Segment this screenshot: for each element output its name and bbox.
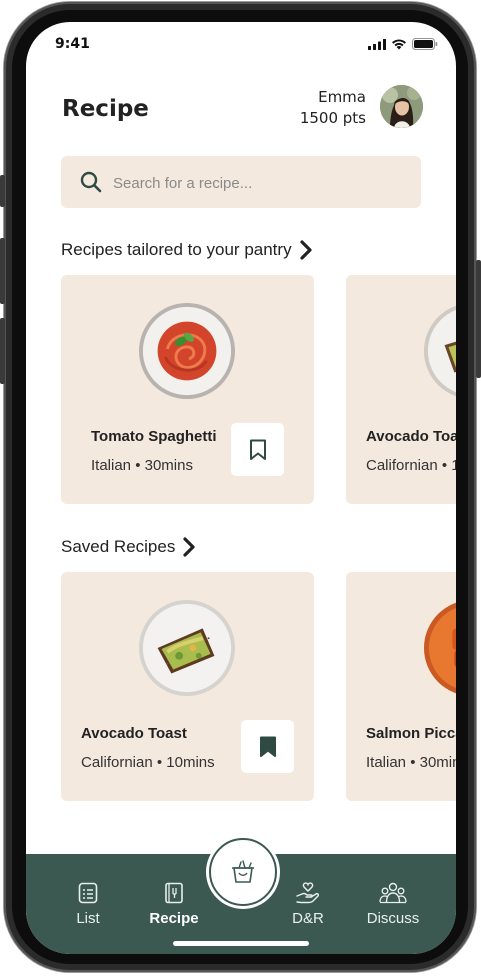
recipe-card[interactable]: Avocado Toast Californian • 10mins xyxy=(346,275,456,504)
cellular-signal-icon xyxy=(368,38,386,50)
nav-label-discuss: Discuss xyxy=(366,910,420,927)
nav-label-list: List xyxy=(76,910,100,927)
avocado-toast-image xyxy=(423,305,456,397)
bookmark-filled-icon xyxy=(259,736,276,757)
search-bar[interactable] xyxy=(61,156,421,208)
people-icon xyxy=(379,882,407,904)
volume-down-button xyxy=(0,318,5,384)
user-name: Emma xyxy=(318,88,366,106)
donate-hand-icon xyxy=(296,882,320,904)
nav-label-recipe: Recipe xyxy=(149,910,199,927)
wifi-icon xyxy=(392,39,406,50)
nav-item-list[interactable]: List xyxy=(70,882,106,927)
recipe-meta: Italian • 30mins xyxy=(366,754,456,771)
recipe-card[interactable]: Salmon Piccata Italian • 30mins xyxy=(346,572,456,801)
recipe-book-icon xyxy=(165,882,183,904)
status-icons xyxy=(368,38,438,50)
avatar[interactable] xyxy=(380,85,423,128)
section-header-saved[interactable]: Saved Recipes xyxy=(61,537,195,557)
volume-up-button xyxy=(0,238,5,304)
avocado-toast-image xyxy=(138,599,236,697)
section-title-pantry: Recipes tailored to your pantry xyxy=(61,240,292,259)
recipe-name: Tomato Spaghetti xyxy=(91,428,217,445)
recipe-name: Avocado Toast xyxy=(81,725,187,742)
chevron-right-icon xyxy=(183,537,195,557)
section-title-saved: Saved Recipes xyxy=(61,537,176,556)
recipe-meta: Californian • 10mins xyxy=(81,754,215,771)
bookmark-button[interactable] xyxy=(241,720,294,773)
basket-icon xyxy=(232,860,254,883)
nav-item-dr[interactable]: D&R xyxy=(286,882,330,927)
section-header-pantry[interactable]: Recipes tailored to your pantry xyxy=(61,240,312,260)
nav-item-recipe[interactable]: Recipe xyxy=(144,882,204,927)
center-action-button[interactable] xyxy=(209,838,277,906)
recipe-meta: Californian • 10mins xyxy=(366,457,456,474)
search-input[interactable] xyxy=(111,168,405,198)
user-points: 1500 pts xyxy=(299,109,366,127)
nav-label-dr: D&R xyxy=(292,910,324,927)
list-icon xyxy=(78,882,98,904)
recipe-card[interactable]: Avocado Toast Californian • 10mins xyxy=(61,572,314,801)
bookmark-button[interactable] xyxy=(231,423,284,476)
recipe-card[interactable]: Tomato Spaghetti Italian • 30mins xyxy=(61,275,314,504)
search-icon xyxy=(80,171,102,193)
tomato-spaghetti-image xyxy=(138,302,236,400)
battery-icon xyxy=(412,38,438,50)
recipe-meta: Italian • 30mins xyxy=(91,457,193,474)
page-title: Recipe xyxy=(62,96,149,122)
mute-switch xyxy=(0,175,5,207)
chevron-right-icon xyxy=(299,240,312,260)
status-time: 9:41 xyxy=(55,36,90,52)
home-indicator[interactable] xyxy=(173,941,309,946)
recipe-name: Salmon Piccata xyxy=(366,725,456,742)
avatar-photo xyxy=(380,85,423,128)
bookmark-outline-icon xyxy=(249,439,266,460)
salmon-piccata-image xyxy=(423,602,456,694)
recipe-name: Avocado Toast xyxy=(366,428,456,445)
app-screen: 9:41 Recipe Emma 1500 pts Search for a r… xyxy=(26,22,456,954)
status-bar: 9:41 xyxy=(26,22,456,66)
power-button xyxy=(476,260,481,378)
nav-item-discuss[interactable]: Discuss xyxy=(364,882,422,927)
